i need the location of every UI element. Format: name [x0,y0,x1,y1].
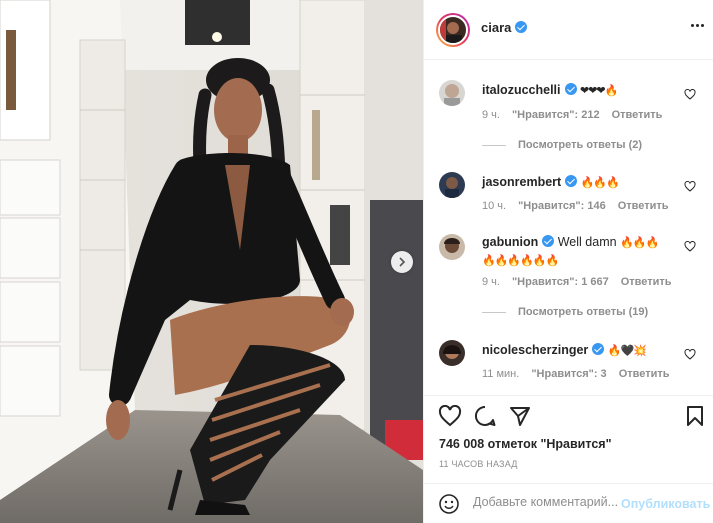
comment-body: Well damn [557,235,617,249]
comment-input[interactable] [473,495,621,509]
comment-likes-count[interactable]: "Нравится": 1 667 [512,276,609,288]
comment-icon[interactable] [474,405,496,427]
ellipsis-dot [701,24,704,27]
heart-icon[interactable] [684,89,696,100]
reply-button[interactable]: Ответить [618,200,669,212]
comment-age[interactable]: 10 ч. [482,200,506,212]
ellipsis-dot [696,24,699,27]
photo-illustration [0,0,423,523]
heart-icon[interactable] [438,405,462,427]
reply-button[interactable]: Ответить [619,368,670,380]
comment-meta: 9 ч. "Нравится": 212 Ответить [482,109,662,121]
replies-divider [482,311,506,313]
post-likes-count[interactable]: 746 008 отметок "Нравится" [439,437,612,451]
avatar-photo [444,84,460,106]
view-replies-button[interactable]: Посмотреть ответы (2) [482,139,642,151]
comment-age[interactable]: 11 мин. [482,368,519,380]
view-replies-button[interactable]: Посмотреть ответы (19) [482,306,648,318]
reply-button[interactable]: Ответить [612,109,663,121]
share-icon[interactable] [509,405,531,427]
comment-username[interactable]: nicolescherzinger [482,343,588,357]
avatar-photo [445,177,459,198]
verified-badge-icon [515,21,528,33]
avatar[interactable] [439,80,465,106]
post-timestamp[interactable]: 11 ЧАСОВ НАЗАД [439,459,518,469]
comment-composer: Опубликовать [424,483,713,523]
action-bar: 746 008 отметок "Нравится" 11 ЧАСОВ НАЗА… [424,395,713,483]
comment-emoji: 🔥🔥🔥 [580,177,620,189]
next-photo-button[interactable] [391,251,413,273]
author-avatar-ring[interactable] [436,13,470,47]
comment-likes-count[interactable]: "Нравится": 3 [531,368,606,380]
comment-likes-count[interactable]: "Нравится": 212 [512,109,600,121]
verified-badge-icon [592,343,605,355]
comment-text: gabunion Well damn 🔥🔥🔥 🔥🔥🔥🔥🔥🔥 [482,234,682,270]
comment-username[interactable]: italozucchelli [482,83,561,97]
verified-badge-icon [565,175,578,187]
chevron-right-icon [399,257,406,267]
author-username[interactable]: ciara [481,20,511,35]
comment-emoji-line-2: 🔥🔥🔥🔥🔥🔥 [482,255,559,267]
avatar [438,15,468,45]
comment-emoji: 🔥🖤💥 [607,345,647,357]
heart-icon[interactable] [684,241,696,252]
post-header: ciara [424,0,713,60]
verified-badge-icon [542,235,555,247]
avatar-photo [440,17,462,43]
comment-meta: 11 мин. "Нравится": 3 Ответить [482,368,670,380]
comment-meta: 10 ч. "Нравится": 146 Ответить [482,200,669,212]
verified-badge-icon [564,83,577,95]
comment-meta: 9 ч. "Нравится": 1 667 Ответить [482,276,672,288]
replies-divider [482,144,506,146]
view-replies-label[interactable]: Посмотреть ответы (2) [518,139,642,151]
comment-text: nicolescherzinger 🔥🖤💥 [482,342,682,360]
avatar-photo [443,345,461,359]
heart-icon[interactable] [684,181,696,192]
comment-username[interactable]: jasonrembert [482,175,561,189]
instagram-post: ciara italozucchelli ❤❤❤🔥 9 ч. "Нравится… [0,0,713,523]
publish-button[interactable]: Опубликовать [621,497,710,511]
comment-emoji: ❤❤❤🔥 [579,85,618,97]
bookmark-icon[interactable] [686,405,704,427]
view-replies-label[interactable]: Посмотреть ответы (19) [518,306,648,318]
author-name[interactable]: ciara [481,20,528,35]
comment-emoji: 🔥🔥🔥 [620,237,659,249]
ellipsis-icon [691,24,694,27]
avatar[interactable] [439,234,465,260]
more-options-button[interactable] [691,24,704,27]
comment-age[interactable]: 9 ч. [482,276,500,288]
comment-username[interactable]: gabunion [482,235,538,249]
post-panel: ciara italozucchelli ❤❤❤🔥 9 ч. "Нравится… [423,0,713,523]
avatar[interactable] [439,340,465,366]
comment-age[interactable]: 9 ч. [482,109,500,121]
avatar[interactable] [439,172,465,198]
comment-text: jasonrembert 🔥🔥🔥 [482,174,682,192]
heart-icon[interactable] [684,349,696,360]
emoji-icon[interactable] [438,493,460,515]
post-photo[interactable] [0,0,423,523]
reply-button[interactable]: Ответить [621,276,672,288]
comment-text: italozucchelli ❤❤❤🔥 [482,82,682,100]
comment-likes-count[interactable]: "Нравится": 146 [518,200,606,212]
avatar-photo [444,238,460,253]
